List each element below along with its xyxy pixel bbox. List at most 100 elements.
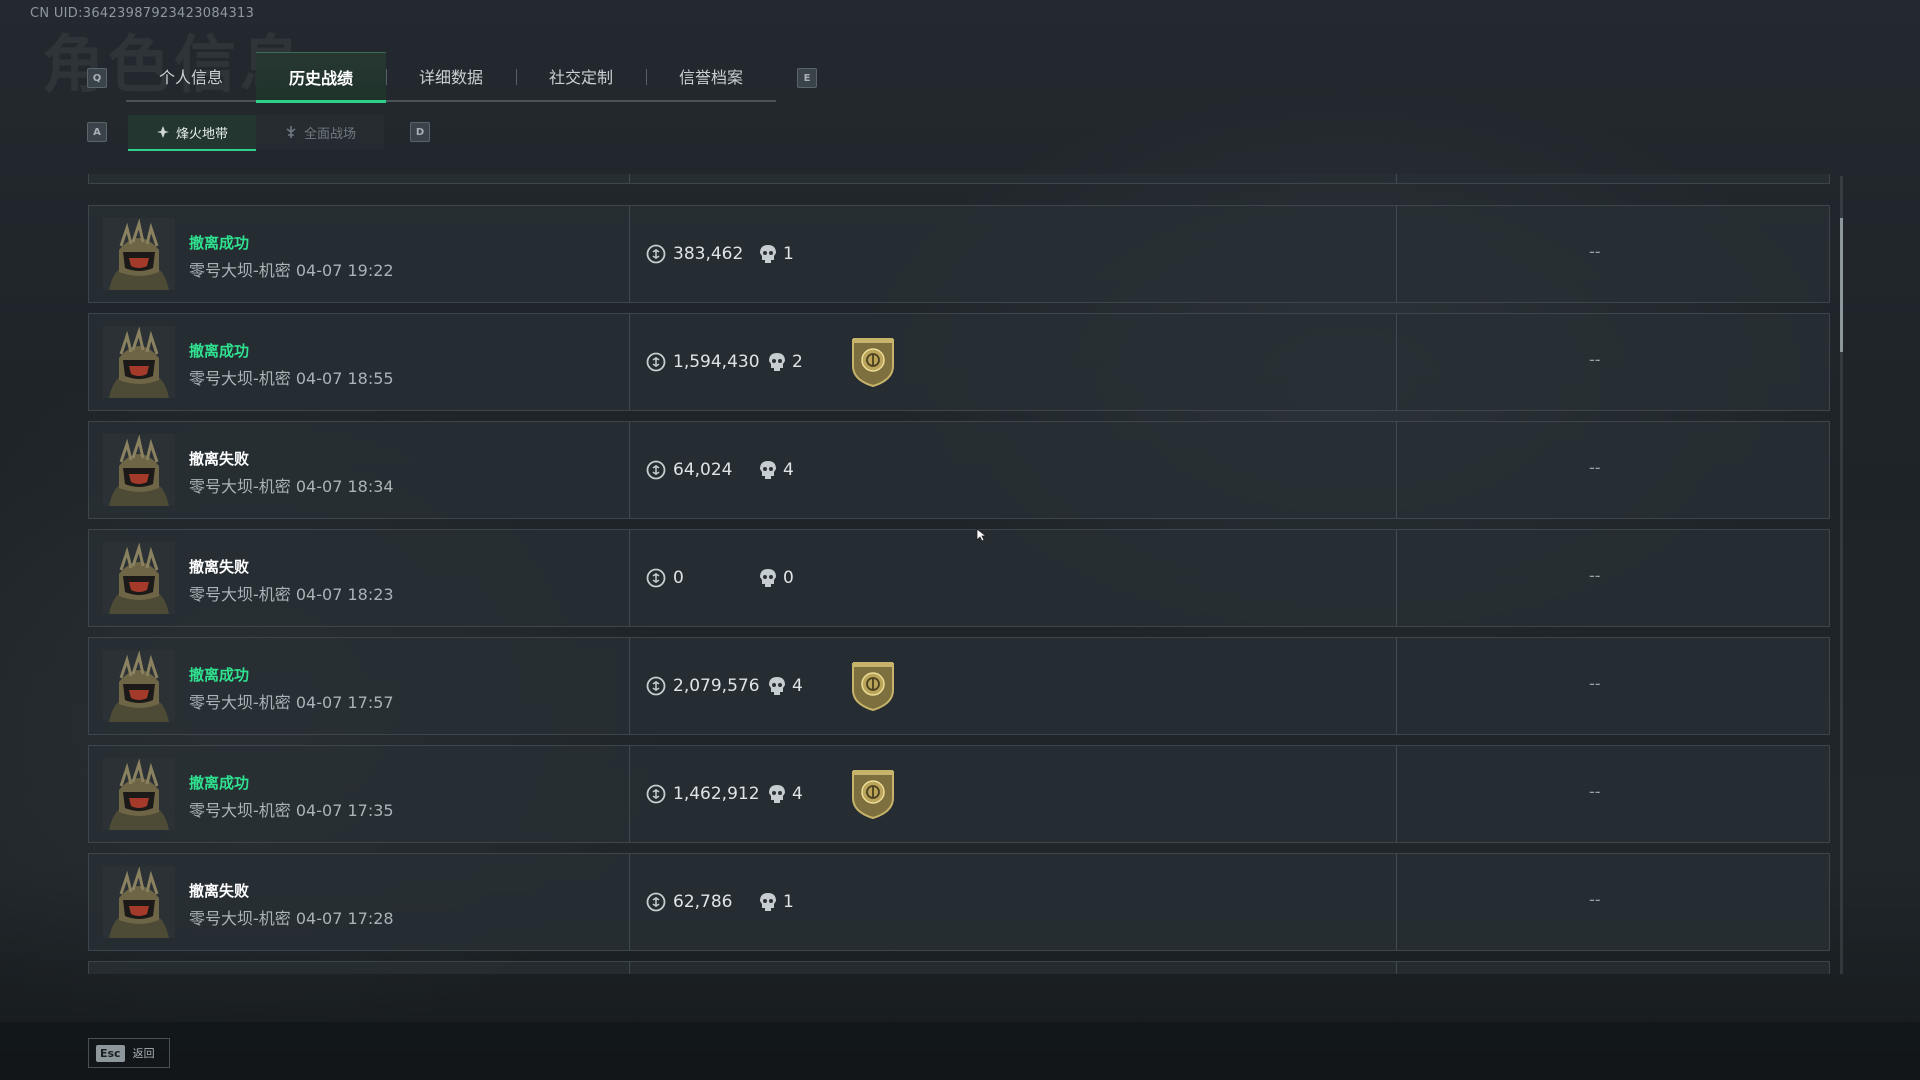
match-row-partial-bottom[interactable] [88,961,1830,974]
loot-value: 1,594,430 [673,352,760,372]
extra-value: -- [1589,782,1601,801]
coin-icon [646,460,666,480]
mouse-cursor-icon [976,528,987,542]
match-time: 04-07 18:23 [295,585,394,604]
tab-personal-info[interactable]: 个人信息 [126,52,256,100]
extra-value: -- [1589,566,1601,585]
map-and-time: 零号大坝-机密 04-07 18:34 [189,473,394,497]
loot-value: 1,462,912 [673,784,760,804]
operator-avatar [103,326,175,398]
map-name: 零号大坝-机密 [189,801,291,820]
back-label: 返回 [132,1047,155,1060]
tab-detailed-stats[interactable]: 详细数据 [386,52,516,100]
kill-count: 4 [783,460,794,480]
coin-icon [646,784,666,804]
operator-avatar [103,758,175,830]
match-list[interactable]: 撤离成功 零号大坝-机密 04-07 19:22 383,462 1 -- 撤离… [88,174,1832,974]
coin-icon [646,676,666,696]
map-and-time: 零号大坝-机密 04-07 18:55 [189,365,394,389]
match-row[interactable]: 撤离失败 零号大坝-机密 04-07 18:34 64,024 4 -- [88,421,1830,519]
match-time: 04-07 17:35 [295,801,394,820]
extraction-status: 撤离失败 [189,558,250,576]
back-button[interactable]: Esc 返回 [88,1038,170,1068]
column-divider [1396,422,1397,518]
map-and-time: 零号大坝-机密 04-07 18:23 [189,581,394,605]
extraction-status: 撤离成功 [189,774,250,792]
extraction-status: 撤离失败 [189,882,250,900]
match-time: 04-07 18:34 [295,477,394,496]
kill-count: 1 [783,892,794,912]
skull-icon [760,893,776,911]
column-divider [1396,854,1397,950]
tab-next-key-hint[interactable]: E [797,68,817,88]
kill-count: 1 [783,244,794,264]
extraction-status: 撤离成功 [189,234,250,252]
column-divider [629,314,630,410]
flame-mode-icon [156,126,169,138]
column-divider [629,530,630,626]
map-and-time: 零号大坝-机密 04-07 17:57 [189,689,394,713]
operator-avatar [103,866,175,938]
tab-match-history[interactable]: 历史战绩 [256,52,386,103]
column-divider [629,422,630,518]
extra-value: -- [1589,242,1601,261]
match-row[interactable]: 撤离失败 零号大坝-机密 04-07 18:23 0 0 -- [88,529,1830,627]
loot-value: 383,462 [673,244,744,264]
subtab-battlefield[interactable]: 全面战场 [256,115,384,149]
subtab-next-key-hint[interactable]: D [410,122,430,142]
subtab-warzone[interactable]: 烽火地带 [128,115,256,151]
loot-value: 0 [673,568,684,588]
kill-count: 0 [783,568,794,588]
tab-credit-record[interactable]: 信誉档案 [646,52,776,100]
extra-value: -- [1589,890,1601,909]
match-row[interactable]: 撤离成功 零号大坝-机密 04-07 18:55 1,594,430 2 -- [88,313,1830,411]
match-row[interactable]: 撤离成功 零号大坝-机密 04-07 19:22 383,462 1 -- [88,205,1830,303]
skull-icon [760,461,776,479]
match-time: 04-07 18:55 [295,369,394,388]
subtab-prev-key-hint[interactable]: A [87,122,107,142]
subtab-warzone-label: 烽火地带 [175,126,228,142]
scrollbar-thumb[interactable] [1840,218,1843,352]
skull-icon [769,353,785,371]
operator-avatar [103,434,175,506]
column-divider [1396,174,1397,183]
column-divider [629,962,630,974]
skull-icon [769,785,785,803]
subtab-battlefield-label: 全面战场 [303,126,356,142]
match-row[interactable]: 撤离成功 零号大坝-机密 04-07 17:57 2,079,576 4 -- [88,637,1830,735]
player-uid: CN UID:36423987923423084313 [30,6,255,21]
match-time: 04-07 19:22 [295,261,394,280]
kill-count: 4 [792,676,803,696]
coin-icon [646,892,666,912]
coin-icon [646,352,666,372]
column-divider [1396,962,1397,974]
skull-icon [760,245,776,263]
map-and-time: 零号大坝-机密 04-07 19:22 [189,257,394,281]
match-row[interactable]: 撤离成功 零号大坝-机密 04-07 17:35 1,462,912 4 -- [88,745,1830,843]
operator-avatar [103,218,175,290]
tab-social-custom[interactable]: 社交定制 [516,52,646,100]
column-divider [1396,530,1397,626]
match-row[interactable]: 撤离失败 零号大坝-机密 04-07 17:28 62,786 1 -- [88,853,1830,951]
medal-shield-icon [852,770,894,820]
extra-value: -- [1589,458,1601,477]
map-and-time: 零号大坝-机密 04-07 17:28 [189,905,394,929]
tab-prev-key-hint[interactable]: Q [87,68,107,88]
extra-value: -- [1589,350,1601,369]
operator-avatar [103,650,175,722]
kill-count: 2 [792,352,803,372]
loot-value: 2,079,576 [673,676,760,696]
map-name: 零号大坝-机密 [189,693,291,712]
kill-count: 4 [792,784,803,804]
match-row-partial-top[interactable] [88,174,1830,184]
skull-icon [760,569,776,587]
mode-tab-bar: 烽火地带 全面战场 [128,115,384,151]
map-name: 零号大坝-机密 [189,909,291,928]
medal-shield-icon [852,338,894,388]
footer-bar [0,1022,1920,1080]
match-time: 04-07 17:28 [295,909,394,928]
map-name: 零号大坝-机密 [189,585,291,604]
map-name: 零号大坝-机密 [189,369,291,388]
column-divider [629,174,630,183]
column-divider [629,638,630,734]
